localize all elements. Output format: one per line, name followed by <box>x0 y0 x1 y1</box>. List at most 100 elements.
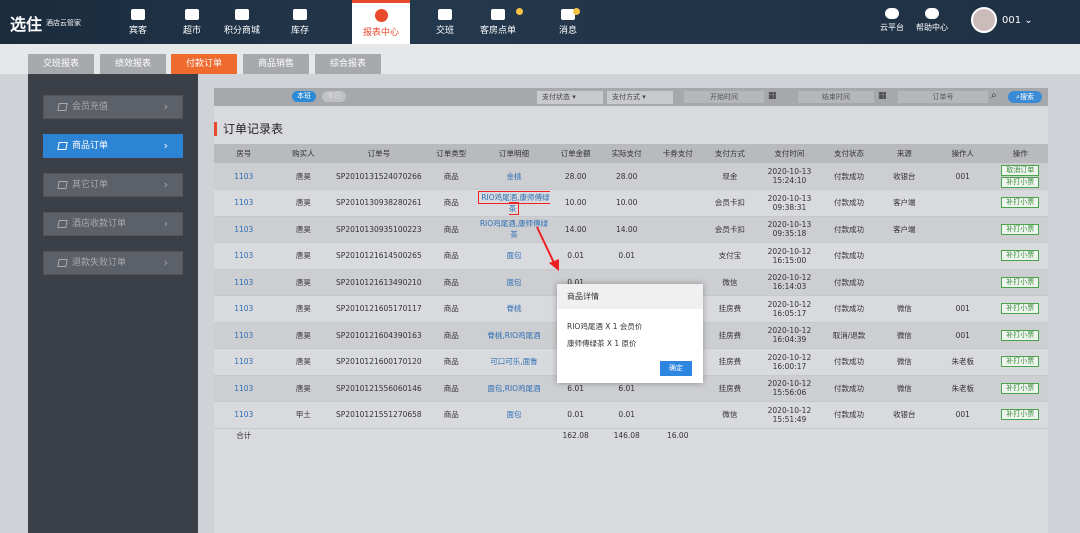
cell-8: 微信 <box>703 269 757 296</box>
cell-0[interactable]: 1103 <box>214 163 274 190</box>
column-header: 操作 <box>992 144 1048 163</box>
cell-4[interactable]: 脊桃,RIO鸡尾酒 <box>477 322 551 349</box>
cell-8: 挂房费 <box>703 295 757 323</box>
cell-5: 0.01 <box>550 401 602 429</box>
op-button[interactable]: 补打小票 <box>1001 223 1040 235</box>
user-menu[interactable]: 001 ⌄ <box>1002 15 1033 26</box>
cloud-platform-button[interactable]: 云平台 <box>880 8 904 33</box>
search-button[interactable]: ⌕搜索 <box>1008 91 1042 103</box>
tab-0[interactable]: 交班报表 <box>28 54 94 74</box>
filter-bar: 本班 本日 支付状态 ▾ 支付方式 ▾ 开始时间 ▦ 结束时间 ▦ 订单号 ⌕ … <box>214 88 1048 106</box>
op-button[interactable]: 补打小票 <box>1001 303 1040 315</box>
sidebar-item-2[interactable]: 其它订单 › <box>43 173 183 197</box>
cell-4[interactable]: RIO鸡尾酒,康师傅绿茶 <box>477 189 551 217</box>
op-button[interactable]: 补打小票 <box>1001 176 1040 188</box>
calendar-icon[interactable]: ▦ <box>878 91 887 101</box>
pay-method-select[interactable]: 支付方式 ▾ <box>607 91 673 104</box>
sidebar-item-0[interactable]: 会员充值 › <box>43 95 183 119</box>
tab-1[interactable]: 绩效报表 <box>100 54 166 74</box>
start-time-input[interactable]: 开始时间 <box>684 91 764 103</box>
cell-text: SP2010130938280261 <box>336 198 422 208</box>
cell-text: 001 <box>955 171 970 181</box>
nav-item-6[interactable]: 客房点单 <box>478 0 518 44</box>
actions-cell: 补打小票 <box>992 322 1048 349</box>
cell-10: 付款成功 <box>822 189 876 217</box>
cloud-icon <box>885 8 899 19</box>
sidebar-item-3[interactable]: 酒店收款订单 › <box>43 212 183 236</box>
nav-item-3[interactable]: 库存 <box>280 0 320 44</box>
cell-0[interactable]: 1103 <box>214 269 274 296</box>
cell-4[interactable]: 面包,RIO鸡尾酒 <box>477 375 551 402</box>
avatar[interactable] <box>971 7 997 33</box>
tab-3[interactable]: 商品销售 <box>243 54 309 74</box>
nav-icon <box>235 8 249 20</box>
nav-item-0[interactable]: 宾客 <box>118 0 158 44</box>
nav-icon <box>293 8 307 20</box>
op-button[interactable]: 取消订单 <box>1001 164 1040 176</box>
cell-0[interactable]: 1103 <box>214 189 274 217</box>
shift-pill[interactable]: 本班 <box>292 91 316 102</box>
today-pill[interactable]: 本日 <box>322 91 346 102</box>
search-icon[interactable]: ⌕ <box>991 90 997 101</box>
cell-8: 会员卡扣 <box>703 189 757 217</box>
cell-4[interactable]: 脊桃 <box>477 295 551 323</box>
actions-cell: 补打小票 <box>992 269 1048 296</box>
op-button[interactable]: 补打小票 <box>1001 276 1040 288</box>
op-button[interactable]: 补打小票 <box>1001 409 1040 421</box>
gem-icon <box>57 103 68 111</box>
nav-item-5[interactable]: 交班 <box>425 0 465 44</box>
cell-text: SP2010121605170117 <box>336 304 422 314</box>
cell-text: 付款成功 <box>834 198 864 208</box>
sidebar-item-label: 商品订单 <box>72 141 109 151</box>
nav-item-7[interactable]: 消息 <box>548 0 588 44</box>
cell-text: 面包 <box>506 251 522 261</box>
op-button[interactable]: 补打小票 <box>1001 197 1040 209</box>
cell-0[interactable]: 1103 <box>214 348 274 376</box>
tab-4[interactable]: 综合报表 <box>315 54 381 74</box>
cell-0[interactable]: 1103 <box>214 216 274 243</box>
cell-0[interactable]: 1103 <box>214 322 274 349</box>
chevron-right-icon: › <box>163 100 168 113</box>
op-button[interactable]: 补打小票 <box>1001 250 1040 262</box>
cell-4[interactable]: 面包 <box>477 401 551 429</box>
cell-text: SP2010121551270658 <box>336 410 422 420</box>
op-button[interactable]: 补打小票 <box>1001 382 1040 394</box>
op-button[interactable]: 补打小票 <box>1001 356 1040 368</box>
end-time-input[interactable]: 结束时间 <box>798 91 874 103</box>
nav-item-1[interactable]: 超市 <box>172 0 212 44</box>
op-button[interactable]: 补打小票 <box>1001 329 1040 341</box>
cell-9: 2020-10-13 15:24:10 <box>756 163 823 190</box>
cell-0[interactable]: 1103 <box>214 375 274 402</box>
calendar-icon[interactable]: ▦ <box>768 91 777 101</box>
cell-12: 001 <box>933 322 993 349</box>
help-center-button[interactable]: 帮助中心 <box>916 8 948 33</box>
cell-text: SP2010121604390163 <box>336 330 422 340</box>
cell-3: 商品 <box>424 295 478 323</box>
nav-item-2[interactable]: 积分商城 <box>222 0 262 44</box>
cell-9: 2020-10-12 16:04:39 <box>756 322 823 349</box>
cell-0[interactable]: 1103 <box>214 401 274 429</box>
nav-label: 库存 <box>290 25 309 36</box>
confirm-button[interactable]: 确定 <box>660 361 692 376</box>
cell-4[interactable]: 可口可乐,面鲁 <box>477 348 551 376</box>
cell-11: 客户端 <box>875 216 934 243</box>
chevron-right-icon: › <box>163 217 168 230</box>
cell-text: 可口可乐,面鲁 <box>490 357 538 367</box>
pay-status-select[interactable]: 支付状态 ▾ <box>537 91 603 104</box>
cell-4[interactable]: 金桃 <box>477 163 551 190</box>
cell-0[interactable]: 1103 <box>214 295 274 323</box>
sidebar-item-1[interactable]: 商品订单 › <box>43 134 183 158</box>
total-cell: 162.08 <box>562 430 589 440</box>
cell-text: 挂房费 <box>718 330 742 340</box>
tab-2[interactable]: 付款订单 <box>171 54 237 74</box>
sidebar-item-4[interactable]: 退款失败订单 › <box>43 251 183 275</box>
cell-text: 商品 <box>443 277 459 287</box>
cell-text: 0.01 <box>567 410 584 420</box>
cell-text: 1103 <box>234 251 254 261</box>
notification-dot <box>573 8 580 15</box>
help-icon <box>925 8 939 19</box>
order-no-input[interactable]: 订单号 <box>898 91 988 103</box>
cell-0[interactable]: 1103 <box>214 242 274 270</box>
nav-item-4[interactable]: 报表中心 <box>352 0 410 44</box>
cell-1: 唐昊 <box>273 269 334 296</box>
